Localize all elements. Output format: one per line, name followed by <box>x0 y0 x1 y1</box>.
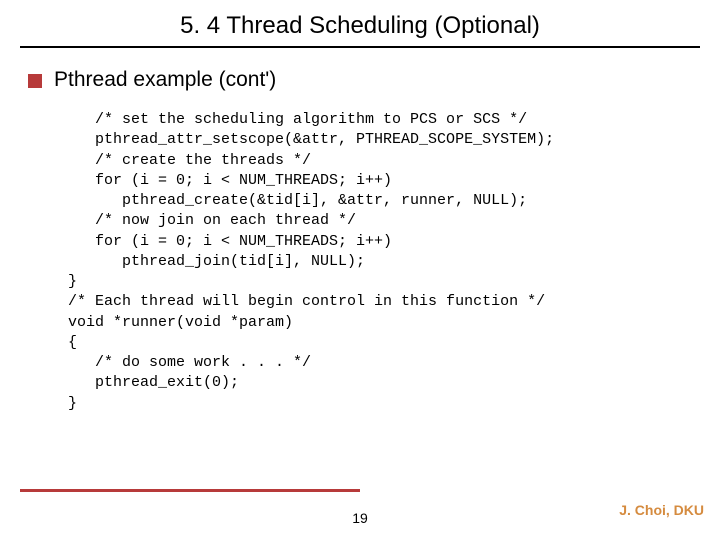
code-block: /* set the scheduling algorithm to PCS o… <box>68 110 692 414</box>
credit-text: J. Choi, DKU <box>619 502 704 518</box>
slide: 5. 4 Thread Scheduling (Optional) Pthrea… <box>0 0 720 540</box>
bullet-item: Pthread example (cont') <box>28 68 692 92</box>
title-area: 5. 4 Thread Scheduling (Optional) <box>0 0 720 46</box>
page-number: 19 <box>0 510 720 526</box>
body: Pthread example (cont') /* set the sched… <box>0 48 720 414</box>
page-title: 5. 4 Thread Scheduling (Optional) <box>180 8 540 46</box>
footer-rule <box>20 489 360 492</box>
bullet-square-icon <box>28 74 42 88</box>
bullet-text: Pthread example (cont') <box>54 68 276 92</box>
